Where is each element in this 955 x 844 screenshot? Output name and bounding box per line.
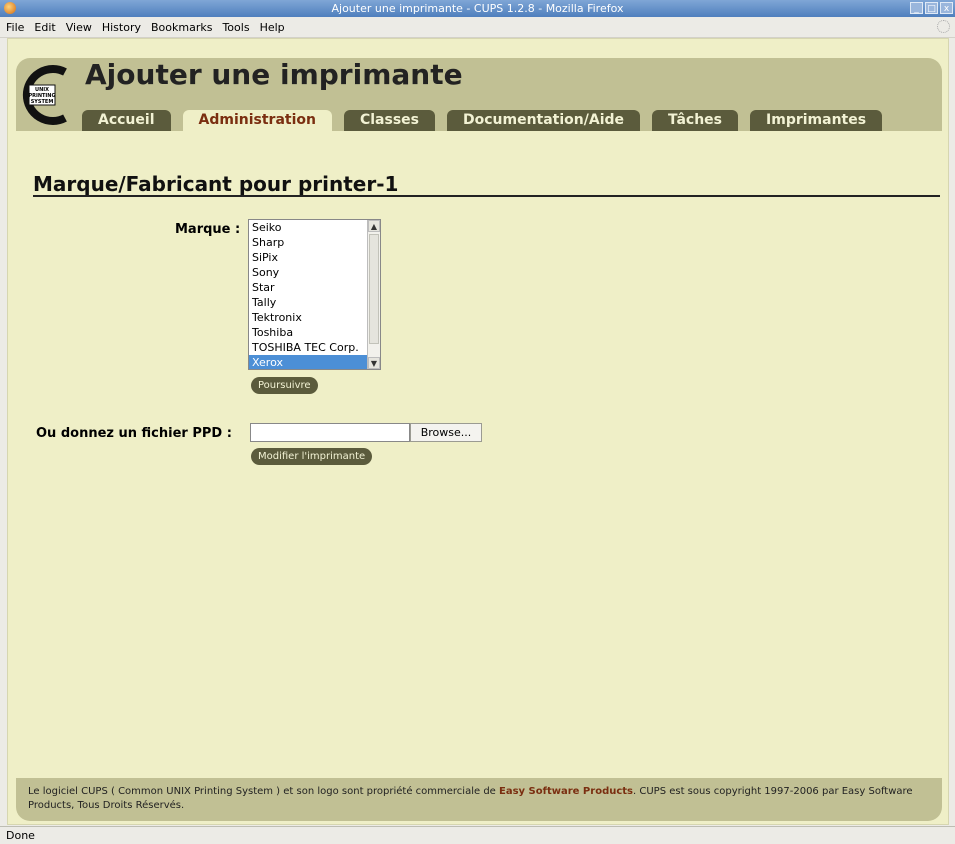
minimize-button[interactable]: _ [910,2,923,14]
scroll-down-icon[interactable]: ▼ [368,357,380,369]
tab-imprimantes[interactable]: Imprimantes [750,110,883,131]
menu-bar: File Edit View History Bookmarks Tools H… [0,17,955,38]
scroll-thumb[interactable] [369,234,379,344]
make-option[interactable]: TOSHIBA TEC Corp. [249,340,380,355]
svg-text:SYSTEM: SYSTEM [31,99,54,105]
menu-help[interactable]: Help [260,21,285,34]
page-content: UNIX PRINTING SYSTEM Ajouter une imprima… [7,38,949,825]
make-option[interactable]: Sony [249,265,380,280]
window-title: Ajouter une imprimante - CUPS 1.2.8 - Mo… [331,2,624,15]
make-option[interactable]: Toshiba [249,325,380,340]
tab-administration[interactable]: Administration [182,110,332,131]
make-option[interactable]: Tally [249,295,380,310]
maximize-button[interactable]: □ [925,2,938,14]
window-titlebar: Ajouter une imprimante - CUPS 1.2.8 - Mo… [0,0,955,17]
ppd-label: Ou donnez un fichier PPD : [36,426,232,441]
brand-link[interactable]: Easy Software Products [499,786,633,797]
menu-edit[interactable]: Edit [34,21,55,34]
menu-view[interactable]: View [66,21,92,34]
make-option[interactable]: Star [249,280,380,295]
page-title: Ajouter une imprimante [85,58,463,91]
make-option[interactable]: SiPix [249,250,380,265]
menu-tools[interactable]: Tools [222,21,249,34]
browse-button[interactable]: Browse... [410,423,482,442]
cups-logo: UNIX PRINTING SYSTEM [22,65,67,125]
section-divider [33,195,940,197]
listbox-scrollbar[interactable]: ▲ ▼ [367,220,380,369]
close-button[interactable]: x [940,2,953,14]
continue-button[interactable]: Poursuivre [251,377,318,394]
make-option[interactable]: Tektronix [249,310,380,325]
make-option[interactable]: Seiko [249,220,380,235]
tab-accueil[interactable]: Accueil [82,110,171,131]
menu-history[interactable]: History [102,21,141,34]
status-text: Done [6,829,35,842]
make-listbox[interactable]: Seiko Sharp SiPix Sony Star Tally Tektro… [248,219,381,370]
throbber-icon [937,20,950,33]
cups-footer: Le logiciel CUPS ( Common UNIX Printing … [16,778,942,821]
window-controls: _ □ x [910,2,953,14]
menu-file[interactable]: File [6,21,24,34]
make-label: Marque : [175,222,241,237]
copyright-text: Le logiciel CUPS ( Common UNIX Printing … [28,786,913,811]
menu-bookmarks[interactable]: Bookmarks [151,21,212,34]
status-bar: Done [0,826,955,844]
tab-taches[interactable]: Tâches [652,110,739,131]
scroll-up-icon[interactable]: ▲ [368,220,380,232]
make-option-selected[interactable]: Xerox [249,355,380,369]
make-option[interactable]: Sharp [249,235,380,250]
nav-tabs: Accueil Administration Classes Documenta… [82,110,883,131]
tab-classes[interactable]: Classes [343,110,435,131]
tab-documentation[interactable]: Documentation/Aide [446,110,641,131]
section-title: Marque/Fabricant pour printer-1 [33,172,399,196]
ppd-file-input[interactable] [250,423,410,442]
modify-printer-button[interactable]: Modifier l'imprimante [251,448,373,465]
